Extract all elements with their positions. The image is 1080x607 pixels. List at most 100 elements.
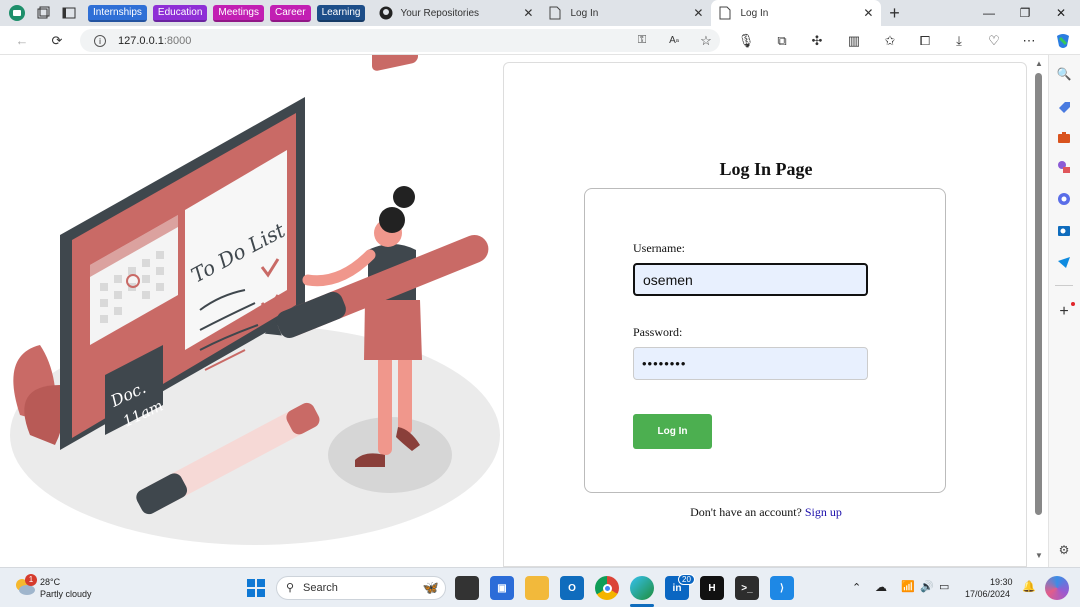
address-bar-row: ← ⟳ i 127.0.0.1:8000 ⚿ Aᵃ ☆ 🎙 ⧉ ✣ ▥ ✩ ⧠ … — [0, 26, 1080, 55]
page-viewport: Doc. 11am To Do List Log In Page Usernam… — [0, 19, 1030, 567]
edge-icon[interactable] — [630, 576, 654, 600]
info-icon[interactable]: i — [94, 34, 106, 47]
copilot-icon[interactable] — [1051, 26, 1075, 55]
windows-start-icon[interactable] — [244, 576, 268, 600]
search-placeholder: Search — [303, 582, 338, 594]
bookmark-education[interactable]: Education — [152, 4, 208, 22]
task-view-icon[interactable] — [455, 576, 479, 600]
back-icon[interactable]: ← — [10, 26, 34, 55]
tab-log-in-active[interactable]: Log In ✕ — [711, 0, 882, 26]
username-label: Username: — [633, 241, 685, 255]
restore-button[interactable]: ❐ — [1008, 0, 1042, 26]
signup-prompt-line: Don't have an account? Sign up — [504, 505, 1028, 520]
microphone-icon[interactable]: 🎙 — [734, 26, 758, 55]
outlook-icon[interactable]: O — [560, 576, 584, 600]
new-tab-icon[interactable]: + — [881, 0, 907, 26]
taskbar-search[interactable]: ⚲ Search 🦋 — [276, 576, 446, 600]
butterfly-icon: 🦋 — [422, 580, 439, 595]
workspaces-icon[interactable] — [30, 0, 56, 26]
more-menu-icon[interactable]: ⋯ — [1017, 26, 1041, 55]
password-key-icon[interactable]: ⚿ — [630, 26, 654, 55]
close-tab-icon[interactable]: ✕ — [693, 6, 703, 20]
page-title: Log In Page — [719, 159, 813, 179]
tray-chevron-icon[interactable]: ⌃ — [852, 581, 861, 594]
collections-icon[interactable]: ⧠ — [913, 26, 937, 55]
sidebar-send-icon[interactable] — [1055, 253, 1073, 271]
sidebar-tools-icon[interactable] — [1055, 128, 1073, 146]
refresh-icon[interactable]: ⟳ — [45, 26, 69, 55]
signup-link[interactable]: Sign up — [805, 505, 842, 519]
store-icon[interactable]: ▣ — [490, 576, 514, 600]
battery-icon[interactable]: ▭ — [939, 580, 949, 593]
extension-icon[interactable]: ⧉ — [770, 26, 794, 55]
weather-badge: 1 — [25, 574, 37, 586]
url-host: 127.0.0.1 — [118, 34, 164, 47]
url-port: :8000 — [163, 34, 192, 47]
tab-actions-icon[interactable] — [56, 0, 82, 26]
close-window-button[interactable]: ✕ — [1044, 0, 1078, 26]
sidebar-search-icon[interactable]: 🔍 — [1055, 65, 1073, 83]
onedrive-icon[interactable]: ☁ — [875, 580, 887, 594]
vscode-icon[interactable]: ⟩ — [770, 576, 794, 600]
puzzle-extensions-icon[interactable]: ✣ — [805, 26, 829, 55]
copilot-taskbar-icon[interactable] — [1045, 576, 1069, 600]
browser-essentials-icon[interactable]: ♡ — [982, 26, 1006, 55]
terminal-icon[interactable]: >_ — [735, 576, 759, 600]
sidebar-outlook-icon[interactable] — [1055, 222, 1073, 240]
wifi-icon[interactable]: 📶 — [901, 580, 915, 593]
page-icon — [549, 6, 561, 20]
password-label: Password: — [633, 325, 683, 339]
github-icon — [379, 6, 393, 20]
bookmark-internships[interactable]: Internships — [88, 4, 147, 22]
linkedin-badge: 20 — [678, 574, 695, 585]
downloads-icon[interactable]: ⤓ — [947, 26, 971, 55]
todo-illustration: Doc. 11am To Do List — [0, 19, 500, 567]
signup-prompt: Don't have an account? — [690, 505, 802, 519]
sidebar-settings-icon[interactable]: ⚙ — [1055, 541, 1073, 559]
minimize-button[interactable]: — — [972, 0, 1006, 26]
scroll-thumb[interactable] — [1035, 73, 1042, 515]
notification-icon[interactable]: 🔔 — [1022, 580, 1036, 593]
scroll-up-icon[interactable]: ▲ — [1035, 59, 1043, 68]
file-explorer-icon[interactable] — [525, 576, 549, 600]
check-bubble — [372, 19, 418, 71]
split-screen-icon[interactable]: ▥ — [842, 26, 866, 55]
sidebar-shopping-icon[interactable] — [1055, 98, 1073, 116]
search-icon: ⚲ — [286, 582, 295, 594]
login-card: Username: osemen Password: •••••••• Log … — [584, 188, 946, 493]
password-input[interactable]: •••••••• — [633, 347, 868, 380]
edge-sidebar: 🔍 + ⚙ — [1048, 55, 1080, 567]
sidebar-games-icon[interactable] — [1055, 158, 1073, 176]
close-tab-icon[interactable]: ✕ — [523, 6, 533, 20]
bookmark-career[interactable]: Career — [269, 4, 311, 22]
favorite-star-icon[interactable]: ☆ — [694, 26, 718, 55]
sidebar-copilot-app-icon[interactable] — [1055, 190, 1073, 208]
username-input[interactable]: osemen — [633, 263, 868, 296]
favorites-icon[interactable]: ✩ — [878, 26, 902, 55]
scroll-down-icon[interactable]: ▼ — [1035, 551, 1043, 560]
bookmark-meetings[interactable]: Meetings — [213, 4, 264, 22]
login-button[interactable]: Log In — [633, 414, 712, 449]
volume-icon[interactable]: 🔊 — [920, 580, 934, 593]
profile-icon[interactable] — [4, 0, 30, 26]
tab-label: Log In — [570, 7, 599, 19]
sidebar-add-icon[interactable]: + — [1055, 303, 1073, 321]
login-panel: Log In Page Username: osemen Password: •… — [503, 62, 1027, 567]
close-tab-icon[interactable]: ✕ — [863, 6, 873, 20]
clock-date[interactable]: 17/06/2024 — [965, 589, 1010, 599]
chrome-icon[interactable] — [595, 576, 619, 600]
url-field[interactable]: i 127.0.0.1:8000 — [80, 29, 720, 52]
tab-bar: Internships Education Meetings Career Le… — [0, 0, 1080, 26]
tab-label: Your Repositories — [400, 7, 480, 19]
tab-your-repositories[interactable]: Your Repositories ✕ — [371, 0, 541, 26]
bookmark-learning[interactable]: Learning — [316, 4, 366, 22]
weather-temp: 28°C — [40, 577, 61, 587]
weather-desc: Partly cloudy — [40, 589, 92, 599]
clock-time[interactable]: 19:30 — [990, 577, 1013, 587]
page-scrollbar[interactable]: ▲ ▼ — [1030, 55, 1048, 567]
hashnode-icon[interactable]: H — [700, 576, 724, 600]
windows-taskbar: 1 28°C Partly cloudy ⚲ Search 🦋 ▣ O in 2… — [0, 567, 1080, 607]
tab-log-in[interactable]: Log In ✕ — [541, 0, 711, 26]
tab-label: Log In — [740, 7, 769, 19]
read-aloud-icon[interactable]: Aᵃ — [662, 26, 686, 55]
